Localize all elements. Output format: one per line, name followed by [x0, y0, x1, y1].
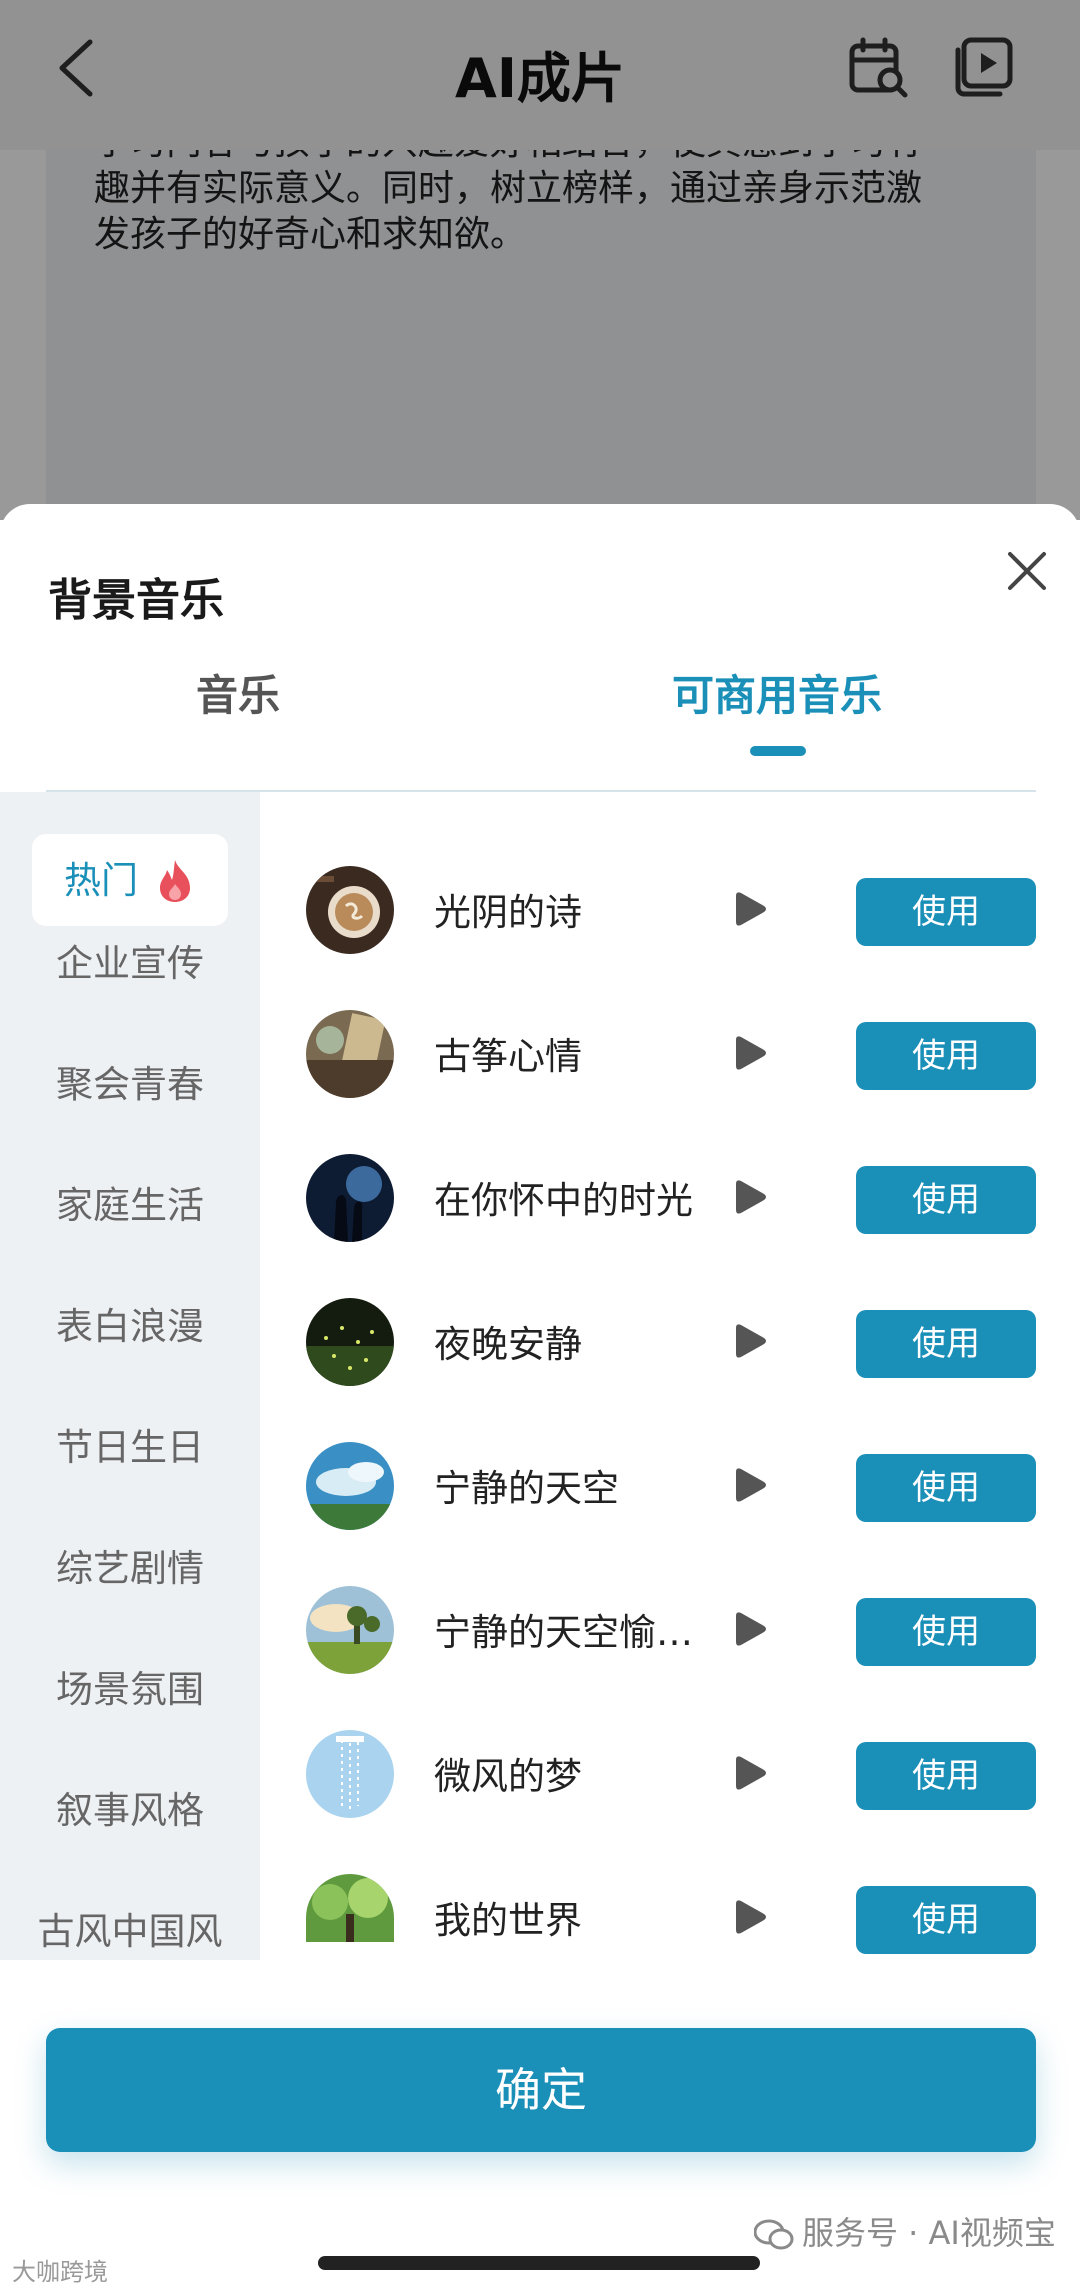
song-cover [306, 866, 394, 954]
song-title: 夜晚安静 [434, 1323, 582, 1366]
category-item-atmosphere[interactable]: 场景氛围 [0, 1660, 260, 1720]
play-icon[interactable] [732, 1034, 768, 1072]
category-item-hot[interactable]: 热门 [32, 834, 228, 926]
song-row[interactable]: 光阴的诗 使用 [260, 848, 1080, 968]
song-cover [306, 1730, 394, 1818]
song-cover [306, 1010, 394, 1098]
list-bottom-mask [260, 1960, 1080, 2020]
close-icon[interactable] [1004, 548, 1050, 594]
category-label: 热门 [64, 859, 138, 902]
category-sidebar[interactable]: 热门 企业宣传 聚会青春 家庭生活 表白浪漫 节日生日 综艺剧情 场景氛围 叙事… [0, 792, 260, 1960]
category-item-party[interactable]: 聚会青春 [0, 1055, 260, 1115]
music-tabs: 音乐 可商用音乐 [0, 654, 1080, 756]
tab-music[interactable]: 音乐 [196, 662, 280, 723]
song-cover [306, 1442, 394, 1530]
category-item-family[interactable]: 家庭生活 [0, 1176, 260, 1236]
song-title: 宁静的天空愉… [434, 1611, 693, 1654]
home-indicator [318, 2256, 760, 2270]
use-button[interactable]: 使用 [856, 1886, 1036, 1954]
song-title: 古筝心情 [434, 1035, 582, 1078]
tab-commercial-music[interactable]: 可商用音乐 [672, 662, 882, 723]
background-page: 学习内容与孩子的兴趣爱好相结合，使其感到学习有 趣并有实际意义。同时，树立榜样，… [0, 0, 1080, 530]
category-item-corporate[interactable]: 企业宣传 [0, 934, 260, 994]
category-item-holiday[interactable]: 节日生日 [0, 1418, 260, 1478]
wechat-icon [754, 2219, 794, 2250]
play-icon[interactable] [732, 1466, 768, 1504]
song-title: 我的世界 [434, 1899, 582, 1942]
use-button[interactable]: 使用 [856, 1166, 1036, 1234]
song-cover [306, 1298, 394, 1386]
song-title: 在你怀中的时光 [434, 1179, 693, 1222]
play-icon[interactable] [732, 1898, 768, 1936]
play-icon[interactable] [732, 1178, 768, 1216]
category-item-romance[interactable]: 表白浪漫 [0, 1297, 260, 1357]
confirm-button[interactable]: 确定 [46, 2028, 1036, 2152]
song-row[interactable]: 夜晚安静 使用 [260, 1280, 1080, 1400]
active-tab-indicator [750, 746, 806, 756]
song-title: 光阴的诗 [434, 891, 582, 934]
sheet-title: 背景音乐 [48, 575, 224, 626]
screen: 学习内容与孩子的兴趣爱好相结合，使其感到学习有 趣并有实际意义。同时，树立榜样，… [0, 0, 1080, 2285]
use-button[interactable]: 使用 [856, 1022, 1036, 1090]
play-icon[interactable] [732, 1754, 768, 1792]
background-music-sheet: 背景音乐 音乐 可商用音乐 热门 企业宣传 聚会青春 家庭生活 表白浪漫 节日生… [0, 504, 1080, 2285]
song-row[interactable]: 古筝心情 使用 [260, 992, 1080, 1112]
use-button[interactable]: 使用 [856, 1454, 1036, 1522]
use-button[interactable]: 使用 [856, 1310, 1036, 1378]
category-item-chinese-style[interactable]: 古风中国风 [0, 1902, 260, 1960]
song-title: 宁静的天空 [434, 1467, 619, 1510]
play-icon[interactable] [732, 1322, 768, 1360]
song-row[interactable]: 我的世界 使用 [260, 1856, 1080, 1976]
play-icon[interactable] [732, 890, 768, 928]
song-row[interactable]: 宁静的天空愉… 使用 [260, 1568, 1080, 1688]
use-button[interactable]: 使用 [856, 1598, 1036, 1666]
watermark-right: 服务号 · AI视频宝 [754, 2208, 1056, 2254]
watermark-left: 大咖跨境 [12, 2258, 108, 2285]
song-cover [306, 1874, 394, 1942]
song-cover [306, 1154, 394, 1242]
category-item-narrative[interactable]: 叙事风格 [0, 1781, 260, 1841]
song-row[interactable]: 宁静的天空 使用 [260, 1424, 1080, 1544]
modal-backdrop[interactable] [0, 0, 1080, 520]
fire-icon [160, 860, 190, 902]
play-icon[interactable] [732, 1610, 768, 1648]
use-button[interactable]: 使用 [856, 878, 1036, 946]
song-row[interactable]: 微风的梦 使用 [260, 1712, 1080, 1832]
song-cover [306, 1586, 394, 1674]
use-button[interactable]: 使用 [856, 1742, 1036, 1810]
song-row[interactable]: 在你怀中的时光 使用 [260, 1136, 1080, 1256]
category-item-variety[interactable]: 综艺剧情 [0, 1539, 260, 1599]
song-title: 微风的梦 [434, 1755, 582, 1798]
